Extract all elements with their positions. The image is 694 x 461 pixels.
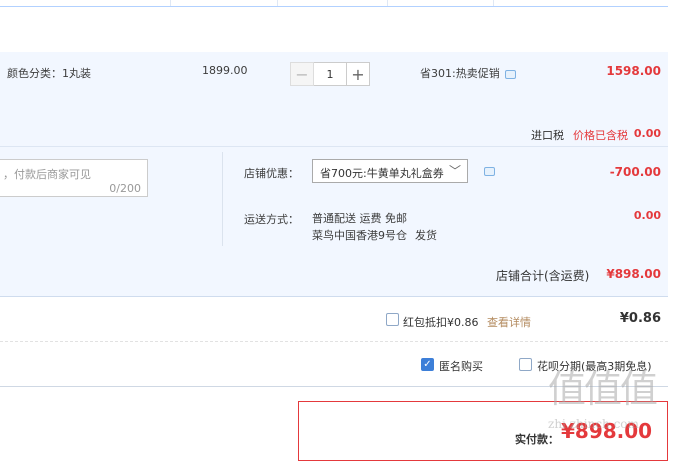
chat-icon[interactable] [505,70,516,79]
promo-text: 省301:热卖促销 [420,67,500,80]
shipping-value: 0.00 [633,209,661,222]
item-subtotal: 1598.00 [606,64,661,78]
red-packet-label: 红包抵扣¥0.86 [403,316,479,329]
plus-icon: + [351,64,365,84]
increase-button[interactable]: + [346,62,370,86]
message-placeholder: ，付款后商家可见 [3,168,91,181]
chat-icon[interactable] [484,167,495,176]
red-packet-details-link[interactable]: 查看详情 [487,314,531,330]
minus-icon: − [295,64,309,84]
message-input[interactable]: ，付款后商家可见 0/200 [0,159,148,197]
tax-value: 0.00 [633,127,661,140]
tax-label: 进口税 [531,129,564,142]
red-packet-checkbox[interactable] [386,313,399,326]
shipping-method: 普通配送 运费 免邮 [312,212,407,225]
shipping-ship: 发货 [415,229,437,242]
anonymous-label: 匿名购买 [439,360,483,373]
shop-discount-selected: 省700元:牛黄单丸礼盒券 [320,167,444,180]
table-header-bar [0,0,668,7]
chevron-down-icon: ﹀ [448,164,461,178]
shop-discount-select[interactable]: 省700元:牛黄单丸礼盒券 ﹀ [312,159,468,183]
shipping-label: 运送方式： [244,213,299,226]
shop-discount-value: -700.00 [609,165,661,179]
divider [222,152,223,246]
payment-label: 实付款： [515,433,559,446]
shipping-warehouse: 菜鸟中国香港9号仓 [312,229,407,242]
message-count: 0/200 [109,182,141,195]
original-price: 1899.00 [202,64,248,77]
anonymous-checkbox[interactable]: ✓ [421,358,434,371]
red-packet-row [0,297,668,342]
huabei-checkbox[interactable] [519,358,532,371]
page-edge [668,0,694,446]
quantity-stepper[interactable]: − 1 + [290,62,370,86]
shop-total-value: ¥898.00 [606,267,661,281]
watermark-url: zhi.zhinch.com [548,417,639,431]
shop-discount-label: 店铺优惠： [244,167,299,180]
tax-note: 价格已含税 [573,129,628,142]
decrease-button[interactable]: − [290,62,314,86]
watermark-logo: 值值值 [548,367,658,411]
quantity-input[interactable]: 1 [314,62,346,86]
sku-text: 颜色分类：1丸装 [7,67,91,80]
shop-total-label: 店铺合计(含运费) [496,269,590,283]
check-icon: ✓ [423,359,432,370]
red-packet-value: ¥0.86 [619,311,661,326]
